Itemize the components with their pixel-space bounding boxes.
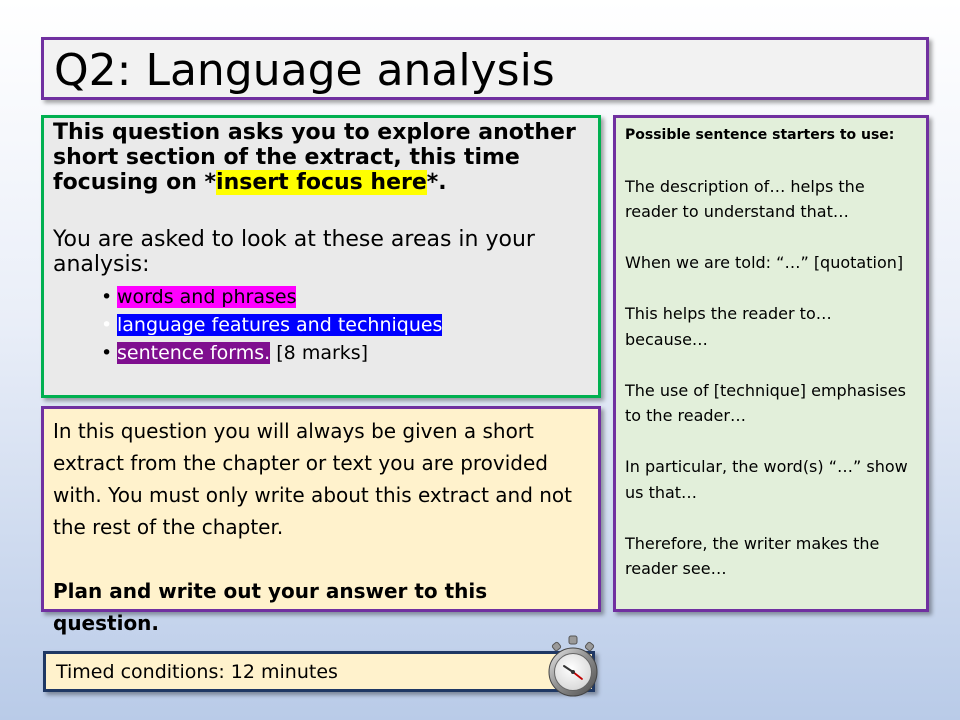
- starters-heading: Possible sentence starters to use:: [625, 127, 895, 143]
- bullet-icon: •: [101, 342, 113, 364]
- list-item: • words and phrases: [101, 283, 590, 311]
- analysis-areas-list: • words and phrases • language features an…: [53, 283, 590, 367]
- starter-item: This helps the reader to… because…: [625, 304, 832, 349]
- bullet-icon: •: [101, 314, 113, 336]
- task-intro-end: *.: [426, 170, 447, 195]
- stopwatch-icon: [548, 635, 598, 697]
- page-title: Q2: Language analysis: [54, 45, 555, 96]
- plan-instruction: Plan and write out your answer to this q…: [53, 579, 488, 635]
- title-box: Q2: Language analysis: [41, 37, 929, 100]
- bullet-icon: •: [101, 286, 113, 308]
- starter-item: When we are told: “…” [quotation]: [625, 253, 904, 272]
- area-words-phrases: words and phrases: [117, 286, 297, 308]
- starter-item: Therefore, the writer makes the reader s…: [625, 533, 880, 579]
- starter-item: In particular, the word(s) “…” show us t…: [625, 457, 908, 502]
- area-sentence-forms: sentence forms.: [117, 342, 271, 364]
- task-intro: This question asks you to explore anothe…: [53, 120, 590, 195]
- task-areas-intro: You are asked to look at these areas in …: [53, 227, 535, 277]
- timer-box: Timed conditions: 12 minutes: [43, 651, 595, 692]
- starter-item: The description of… helps the reader to …: [625, 176, 865, 222]
- marks-label: [8 marks]: [270, 342, 369, 364]
- info-box: In this question you will always be give…: [41, 406, 601, 635]
- task-focus-highlight: insert focus here: [216, 170, 427, 195]
- list-item: • sentence forms. [8 marks]: [101, 339, 590, 367]
- starter-item: The use of [technique] emphasises to the…: [625, 380, 906, 426]
- list-item: • language features and techniques: [101, 311, 590, 339]
- info-text: In this question you will always be give…: [53, 419, 573, 539]
- timer-label: Timed conditions: 12 minutes: [56, 661, 338, 683]
- sentence-starters-box: Possible sentence starters to use: The d…: [613, 115, 929, 612]
- task-box: This question asks you to explore anothe…: [41, 115, 601, 398]
- area-language-features: language features and techniques: [117, 314, 443, 336]
